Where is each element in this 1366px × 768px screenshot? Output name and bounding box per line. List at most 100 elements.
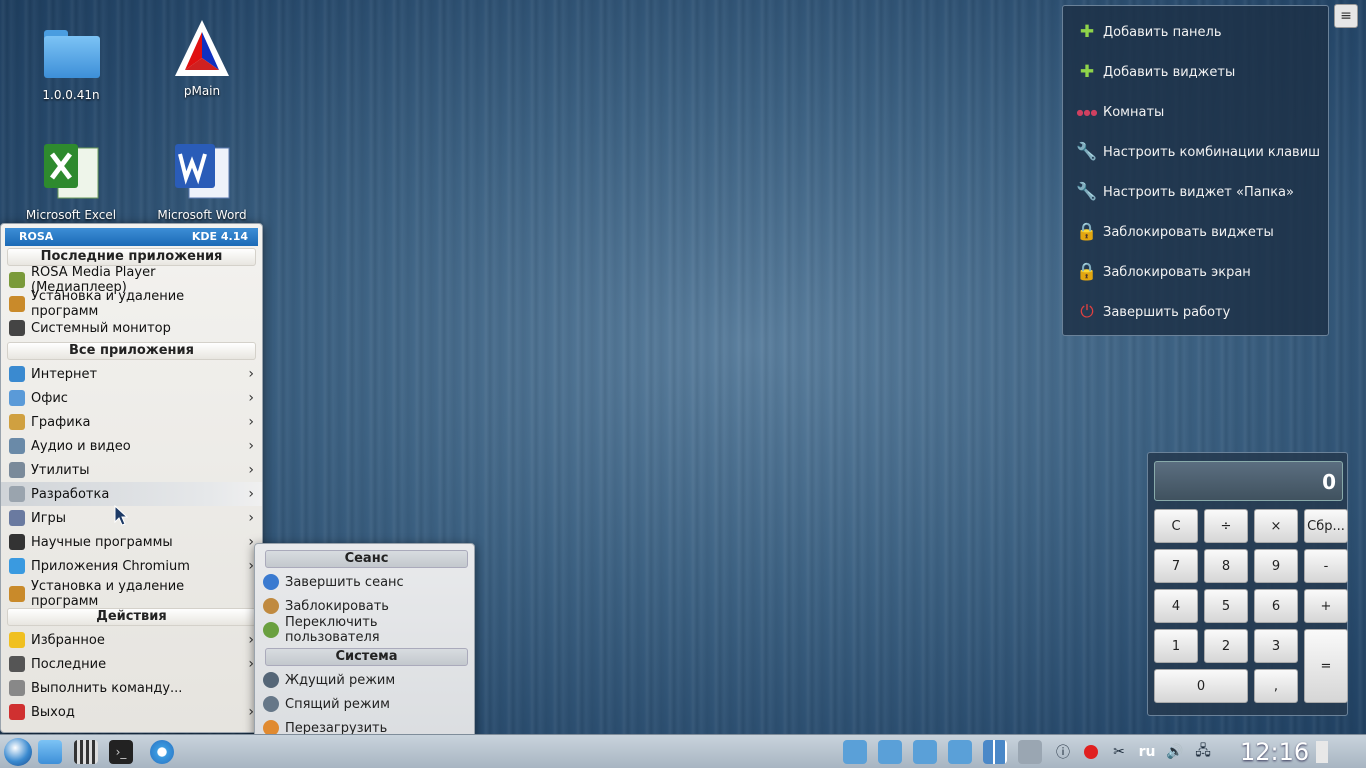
toolbox-item-label: Заблокировать экран (1103, 264, 1251, 280)
toolbox-item-label: Завершить работу (1103, 304, 1231, 320)
calculator-button[interactable]: C (1154, 509, 1198, 543)
menu-item-label: Установка и удаление программ (31, 579, 185, 609)
category-icon (9, 438, 25, 454)
action-item[interactable]: Выход › (1, 700, 262, 724)
power-icon: ⏻ (1080, 302, 1094, 322)
calculator-button[interactable]: × (1254, 509, 1298, 543)
toolbox-toggle-icon[interactable]: ≡ (1334, 4, 1358, 28)
session-item[interactable]: Переключить пользователя (255, 615, 474, 645)
system-item[interactable]: Ждущий режим (255, 668, 474, 692)
session-icon (263, 598, 279, 614)
toolbox-item-label: Добавить виджеты (1103, 64, 1236, 80)
category-item[interactable]: Аудио и видео › (1, 434, 262, 458)
record-icon[interactable] (1080, 741, 1102, 763)
desktop-icon-pmain[interactable]: pMain (152, 18, 252, 98)
calculator-button[interactable]: Сбр... (1304, 509, 1348, 543)
desktop-icon-folder[interactable]: 1.0.0.41n (21, 22, 121, 102)
calculator-button[interactable]: - (1304, 549, 1348, 583)
menu-item-label: Приложения Chromium (31, 558, 190, 574)
chevron-right-icon: › (248, 462, 254, 478)
toolbox-item[interactable]: ✚ Добавить виджеты (1063, 52, 1328, 92)
power-state-icon (263, 672, 279, 688)
calculator-button[interactable]: 1 (1154, 629, 1198, 663)
plus-icon: ✚ (1079, 62, 1095, 82)
volume-icon[interactable]: 🔊 (1164, 741, 1186, 763)
menu-item-label: Графика (31, 414, 91, 430)
clipboard-scissors-icon[interactable]: ✂ (1108, 741, 1130, 763)
category-item[interactable]: Игры › (1, 506, 262, 530)
plus-icon: ✚ (1079, 22, 1095, 42)
calculator-button[interactable]: 0 (1154, 669, 1248, 703)
taskbar: ›_ ⓘ ✂ ru 🔊 🖧 12:16 (0, 734, 1366, 768)
category-item[interactable]: Офис › (1, 386, 262, 410)
terminal-icon[interactable]: ›_ (109, 740, 133, 764)
toolbox-item[interactable]: ✚ Добавить панель (1063, 12, 1328, 52)
toolbox-item[interactable]: 🔧 Настроить виджет «Папка» (1063, 172, 1328, 212)
calculator-button[interactable]: = (1304, 629, 1348, 703)
toolbox-item[interactable]: ⏻ Завершить работу (1063, 292, 1328, 332)
calculator-button[interactable]: 9 (1254, 549, 1298, 583)
panel-settings-icon[interactable] (1316, 741, 1328, 763)
calculator-button[interactable]: 8 (1204, 549, 1248, 583)
camera-icon[interactable] (843, 740, 867, 764)
calculator-button[interactable]: 7 (1154, 549, 1198, 583)
camera-icon[interactable] (913, 740, 937, 764)
calculator-display: 0 (1154, 461, 1343, 501)
category-item[interactable]: Утилиты › (1, 458, 262, 482)
keyboard-layout-indicator[interactable]: ru (1136, 741, 1158, 763)
calculator-button[interactable]: 6 (1254, 589, 1298, 623)
wrench-icon: 🔧 (1076, 142, 1098, 162)
chevron-right-icon: › (248, 510, 254, 526)
calculator-button[interactable]: 3 (1254, 629, 1298, 663)
toolbox-item[interactable]: 🔒 Заблокировать экран (1063, 252, 1328, 292)
rosa-launcher-icon[interactable] (4, 738, 32, 766)
power-state-icon (263, 696, 279, 712)
menu-item-label: Последние (31, 656, 107, 672)
clock[interactable]: 12:16 (1240, 738, 1309, 766)
chromium-icon[interactable] (150, 740, 174, 764)
action-item[interactable]: Выполнить команду... (1, 676, 262, 700)
lock-icon: 🔒 (1076, 222, 1098, 242)
session-item[interactable]: Завершить сеанс (255, 570, 474, 594)
action-item[interactable]: Избранное › (1, 628, 262, 652)
info-icon[interactable]: ⓘ (1052, 741, 1074, 763)
file-manager-icon[interactable] (38, 740, 62, 764)
menu-brand: ROSA (19, 230, 54, 243)
action-icon (9, 656, 25, 672)
calculator-button[interactable]: 2 (1204, 629, 1248, 663)
recent-app-item[interactable]: Системный монитор (1, 316, 262, 340)
category-item[interactable]: Приложения Chromium › (1, 554, 262, 578)
menu-item-install-remove[interactable]: Установка и удаление программ (1, 579, 262, 609)
category-item[interactable]: Интернет › (1, 362, 262, 386)
toolbox-item[interactable]: 🔧 Настроить комбинации клавиш (1063, 132, 1328, 172)
category-icon (9, 390, 25, 406)
wrench-icon: 🔧 (1076, 182, 1098, 202)
calculator-button[interactable]: 4 (1154, 589, 1198, 623)
calendar-icon[interactable] (74, 740, 98, 764)
system-header: Система (265, 648, 468, 666)
category-item[interactable]: Разработка › (1, 482, 262, 506)
menu-item-label: Интернет (31, 366, 98, 382)
menu-titlebar: ROSA KDE 4.14 (5, 228, 258, 246)
calculator-button[interactable]: ÷ (1204, 509, 1248, 543)
camera-icon[interactable] (878, 740, 902, 764)
network-icon[interactable]: 🖧 (1192, 741, 1214, 763)
session-header: Сеанс (265, 550, 468, 568)
action-item[interactable]: Последние › (1, 652, 262, 676)
pager-icon[interactable] (983, 740, 1007, 764)
toolbox-item[interactable]: 🔒 Заблокировать виджеты (1063, 212, 1328, 252)
recent-app-item[interactable]: Установка и удаление программ (1, 289, 262, 319)
desktop-icon-word[interactable]: Microsoft Word (152, 142, 252, 222)
calculator-button[interactable]: 5 (1204, 589, 1248, 623)
toolbox-item[interactable]: ●●● Комнаты (1063, 92, 1328, 132)
calculator-button[interactable]: + (1304, 589, 1348, 623)
desktop-icon-excel[interactable]: Microsoft Excel (21, 142, 121, 222)
system-item[interactable]: Спящий режим (255, 692, 474, 716)
category-item[interactable]: Научные программы › (1, 530, 262, 554)
camera-icon[interactable] (948, 740, 972, 764)
calculator-button[interactable]: , (1254, 669, 1298, 703)
category-item[interactable]: Графика › (1, 410, 262, 434)
menu-item-label: Научные программы (31, 534, 173, 550)
app-icon (9, 320, 25, 336)
devices-icon[interactable] (1018, 740, 1042, 764)
